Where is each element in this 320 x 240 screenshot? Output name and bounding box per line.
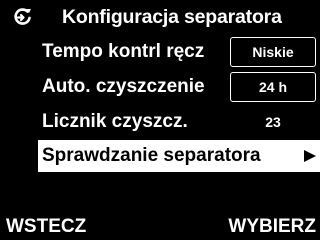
menu-item-separator-check[interactable]: Sprawdzanie separatora: [38, 140, 320, 172]
manual-control-rate-value[interactable]: Niskie: [230, 37, 316, 67]
screen-header: Konfiguracja separatora: [0, 0, 320, 34]
menu-item-manual-control-rate[interactable]: Tempo kontrl ręcz Niskie: [0, 36, 320, 68]
menu-item-auto-cleaning[interactable]: Auto. czyszczenie 24 h: [0, 71, 320, 103]
auto-cleaning-value[interactable]: 24 h: [230, 72, 316, 102]
menu-item-label: Auto. czyszczenie: [42, 76, 205, 97]
page-title: Konfiguracja separatora: [62, 6, 282, 28]
menu-item-label: Sprawdzanie separatora: [42, 145, 261, 166]
separator-settings-icon: [14, 8, 31, 25]
display-screen: Konfiguracja separatora Tempo kontrl ręc…: [0, 0, 320, 240]
menu-item-label: Licznik czyszcz.: [42, 111, 188, 132]
menu-item-cleaning-counter[interactable]: Licznik czyszcz. 23: [0, 106, 320, 138]
select-softkey[interactable]: WYBIERZ: [228, 215, 316, 239]
arrow-right-icon: [304, 150, 316, 162]
menu-item-label: Tempo kontrl ręcz: [42, 41, 205, 62]
cleaning-counter-value: 23: [265, 114, 281, 130]
back-softkey[interactable]: WSTECZ: [6, 215, 86, 239]
